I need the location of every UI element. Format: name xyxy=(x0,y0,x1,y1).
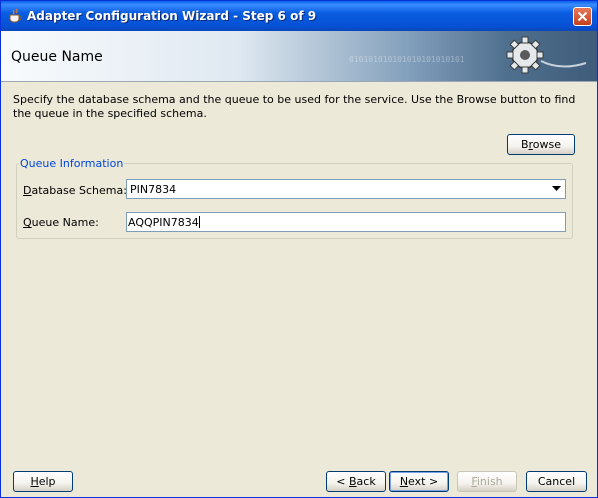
queue-name-label: Queue Name: xyxy=(23,216,99,229)
page-title: Queue Name xyxy=(11,49,103,65)
text-caret xyxy=(198,216,200,228)
group-legend: Queue Information xyxy=(20,157,124,170)
window-title: Adapter Configuration Wizard - Step 6 of… xyxy=(27,9,317,23)
help-button[interactable]: Help xyxy=(13,471,73,492)
header-banner: Queue Name 010101010101010101010101 xyxy=(1,31,597,82)
close-icon xyxy=(577,11,588,22)
binary-decoration: 010101010101010101010101 xyxy=(349,55,465,64)
wizard-window: Adapter Configuration Wizard - Step 6 of… xyxy=(0,0,598,498)
gear-icon xyxy=(506,36,587,74)
close-button[interactable] xyxy=(573,7,592,26)
dropdown-arrow-icon[interactable] xyxy=(552,186,561,192)
queue-name-value: AQQPIN7834 xyxy=(128,216,199,229)
database-schema-label: Database Schema: xyxy=(23,184,127,197)
back-button[interactable]: < Back xyxy=(326,471,386,492)
queue-name-input[interactable]: AQQPIN7834 xyxy=(126,212,566,232)
java-cup-icon xyxy=(9,8,22,23)
instructions-text: Specify the database schema and the queu… xyxy=(13,93,576,120)
cancel-button[interactable]: Cancel xyxy=(526,471,587,492)
next-button[interactable]: Next > xyxy=(389,471,449,492)
database-schema-select[interactable]: PIN7834 xyxy=(126,179,566,199)
browse-button[interactable]: Browse xyxy=(507,134,575,155)
finish-button: Finish xyxy=(457,471,517,492)
schema-selected-value: PIN7834 xyxy=(130,183,177,196)
title-bar[interactable]: Adapter Configuration Wizard - Step 6 of… xyxy=(1,1,597,31)
